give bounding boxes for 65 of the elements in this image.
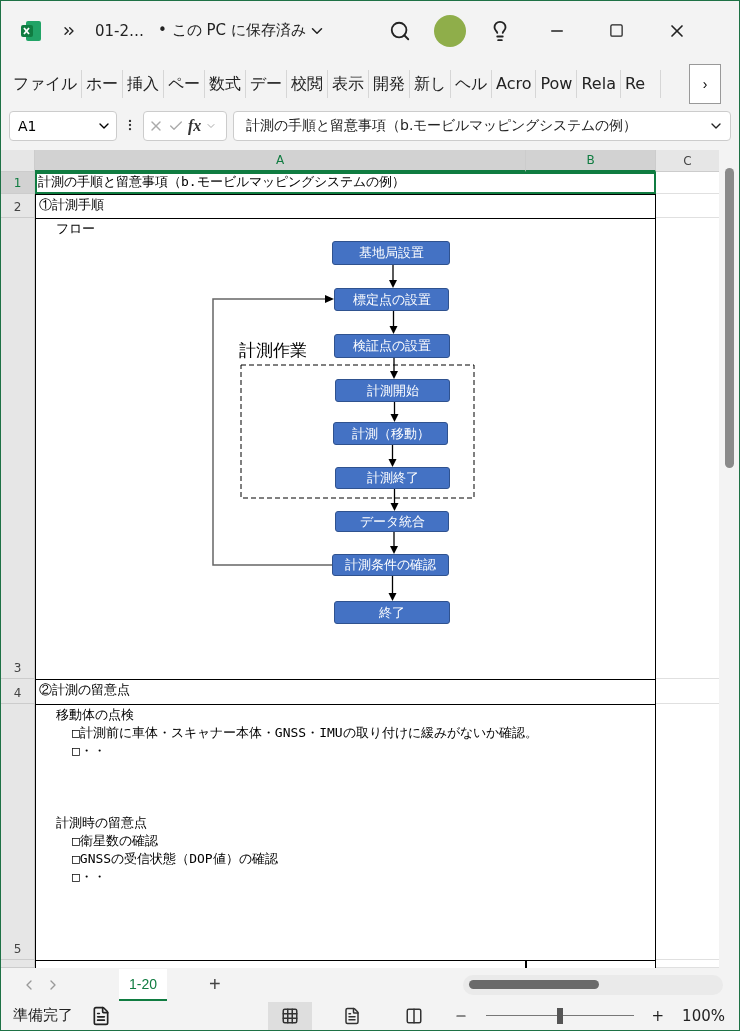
connector-arrow xyxy=(389,264,397,289)
checklist-item: □計測前に車体・スキャナー本体・GNSS・IMUの取り付けに緩みがないか確認。 xyxy=(72,724,538,743)
flow-node: 基地局設置 xyxy=(332,241,450,266)
checklist-item: □・・ xyxy=(72,742,106,761)
flow-node: 計測（移動） xyxy=(333,422,448,446)
status-text: 準備完了 xyxy=(13,1006,73,1026)
flow-node: 計測条件の確認 xyxy=(332,554,449,577)
file-name[interactable]: 01-2… xyxy=(95,21,145,40)
flow-node: 標定点の設置 xyxy=(334,288,449,312)
cell-text: 計測の手順と留意事項（b.モービルマッピングシステムの例） xyxy=(38,173,405,192)
zoom-percent[interactable]: 100% xyxy=(682,1006,725,1025)
flow-node: 終了 xyxy=(334,601,450,625)
ribbon-tab[interactable]: 数式 xyxy=(205,69,246,98)
ribbon-tab[interactable]: 挿入 xyxy=(123,69,164,98)
ribbon-tab[interactable]: 校閲 xyxy=(287,69,328,98)
checklist-item: □衛星数の確認 xyxy=(72,832,158,851)
ribbon-scroll-button[interactable]: › xyxy=(689,63,721,104)
checklist-item: □・・ xyxy=(72,868,106,887)
formula-buttons[interactable]: fx xyxy=(143,111,227,142)
view-button[interactable] xyxy=(267,1001,312,1030)
group-label: 計測作業 xyxy=(239,339,307,363)
view-icon xyxy=(280,1006,299,1025)
ribbon-tab[interactable]: Rela xyxy=(577,69,621,98)
checklist-item: □GNSSの受信状態（DOP値）の確認 xyxy=(72,850,278,869)
ribbon-tab[interactable]: ペー xyxy=(164,69,205,98)
ribbon-tab[interactable]: ヘル xyxy=(451,69,492,98)
column-header[interactable]: C xyxy=(656,150,720,173)
flow-node: 計測終了 xyxy=(335,467,450,490)
ribbon-tab[interactable]: デー xyxy=(246,69,287,98)
row-header[interactable]: 3 xyxy=(1,218,35,680)
cell-text: フロー xyxy=(56,220,95,239)
cell-text: ①計測手順 xyxy=(39,196,104,215)
formula-field[interactable]: 計測の手順と留意事項（b.モービルマッピングシステムの例） xyxy=(233,111,731,142)
cell-text: ②計測の留意点 xyxy=(39,681,130,700)
zoom-slider[interactable] xyxy=(485,1007,634,1024)
row-header[interactable]: 5 xyxy=(1,704,35,961)
sheet-tab[interactable]: 1-20 xyxy=(119,968,168,1001)
save-status[interactable]: • この PC に保存済み xyxy=(158,21,306,41)
view-icon xyxy=(404,1006,423,1025)
cell-text: 移動体の点検 xyxy=(56,706,134,725)
ribbon-tab[interactable]: 開発 xyxy=(369,69,410,98)
name-box[interactable]: A1 xyxy=(9,111,117,142)
add-sheet-button[interactable]: + xyxy=(203,972,227,998)
column-header[interactable]: A xyxy=(35,150,526,173)
row-header[interactable]: 4 xyxy=(1,679,35,705)
row-header[interactable]: 1 xyxy=(1,172,35,195)
ribbon-tab[interactable]: 新し xyxy=(410,69,451,98)
ribbon-tab[interactable]: ファイル xyxy=(9,69,82,98)
ribbon-tab[interactable]: Acro xyxy=(492,69,537,98)
excel-logo-icon[interactable] xyxy=(19,18,43,43)
connector-arrow xyxy=(390,357,398,380)
connector-arrow xyxy=(390,531,398,555)
flow-node: 検証点の設置 xyxy=(334,334,450,359)
ribbon-tab[interactable]: 表示 xyxy=(328,69,369,98)
row-header[interactable]: 2 xyxy=(1,194,35,219)
ribbon-tab[interactable]: Re xyxy=(620,69,661,98)
view-icon xyxy=(342,1006,361,1025)
ribbon-tab[interactable]: ホー xyxy=(82,69,123,98)
ribbon-tab[interactable]: Pow xyxy=(536,69,578,98)
connector-arrow xyxy=(390,401,399,423)
flow-node: データ統合 xyxy=(335,511,449,533)
cell-text: 計測時の留意点 xyxy=(56,814,147,833)
flow-node: 計測開始 xyxy=(335,379,450,403)
horizontal-scrollbar[interactable] xyxy=(463,974,723,995)
zoom-in-button[interactable]: + xyxy=(651,1006,665,1025)
